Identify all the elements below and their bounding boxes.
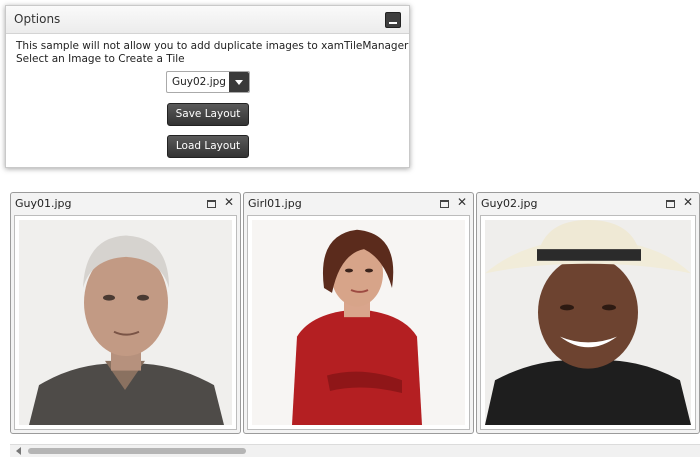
- tile-girl01[interactable]: Girl01.jpg ✕: [243, 192, 474, 434]
- options-header: Options: [6, 6, 409, 34]
- save-layout-button[interactable]: Save Layout: [167, 103, 249, 126]
- tile-header[interactable]: Guy01.jpg ✕: [11, 193, 240, 213]
- photo-frame: [247, 215, 470, 430]
- tile-title: Girl01.jpg: [248, 197, 302, 210]
- maximize-icon[interactable]: [666, 200, 675, 208]
- image-select-value: Guy02.jpg: [172, 76, 226, 88]
- maximize-icon[interactable]: [207, 200, 216, 208]
- tile-header[interactable]: Girl01.jpg ✕: [244, 193, 473, 213]
- close-icon[interactable]: ✕: [224, 195, 234, 209]
- guy01-photo: [19, 220, 232, 425]
- close-icon[interactable]: ✕: [457, 195, 467, 209]
- minimize-icon[interactable]: [385, 12, 401, 28]
- photo-frame: [14, 215, 237, 430]
- close-icon[interactable]: ✕: [683, 195, 693, 209]
- guy02-photo: [485, 220, 691, 425]
- options-description: This sample will not allow you to add du…: [16, 40, 408, 66]
- horizontal-scrollbar[interactable]: [10, 444, 700, 457]
- tile-guy01[interactable]: Guy01.jpg ✕: [10, 192, 241, 434]
- maximize-icon[interactable]: [440, 200, 449, 208]
- tile-title: Guy01.jpg: [15, 197, 72, 210]
- girl01-photo: [252, 220, 465, 425]
- chevron-down-icon[interactable]: [229, 72, 249, 92]
- tile-title: Guy02.jpg: [481, 197, 538, 210]
- tile-guy02[interactable]: Guy02.jpg ✕: [476, 192, 700, 434]
- image-select[interactable]: Guy02.jpg: [166, 71, 250, 93]
- tile-header[interactable]: Guy02.jpg ✕: [477, 193, 699, 213]
- load-layout-button[interactable]: Load Layout: [167, 135, 249, 158]
- photo-frame: [480, 215, 696, 430]
- tile-manager: Guy01.jpg ✕ Girl01.jpg ✕ Guy02.jpg ✕: [10, 190, 700, 463]
- description-line-2: Select an Image to Create a Tile: [16, 53, 185, 65]
- options-title: Options: [14, 12, 61, 26]
- scrollbar-thumb[interactable]: [28, 448, 246, 454]
- options-panel: Options This sample will not allow you t…: [5, 5, 410, 168]
- arrow-left-icon[interactable]: [16, 447, 21, 455]
- description-line-1: This sample will not allow you to add du…: [16, 40, 409, 52]
